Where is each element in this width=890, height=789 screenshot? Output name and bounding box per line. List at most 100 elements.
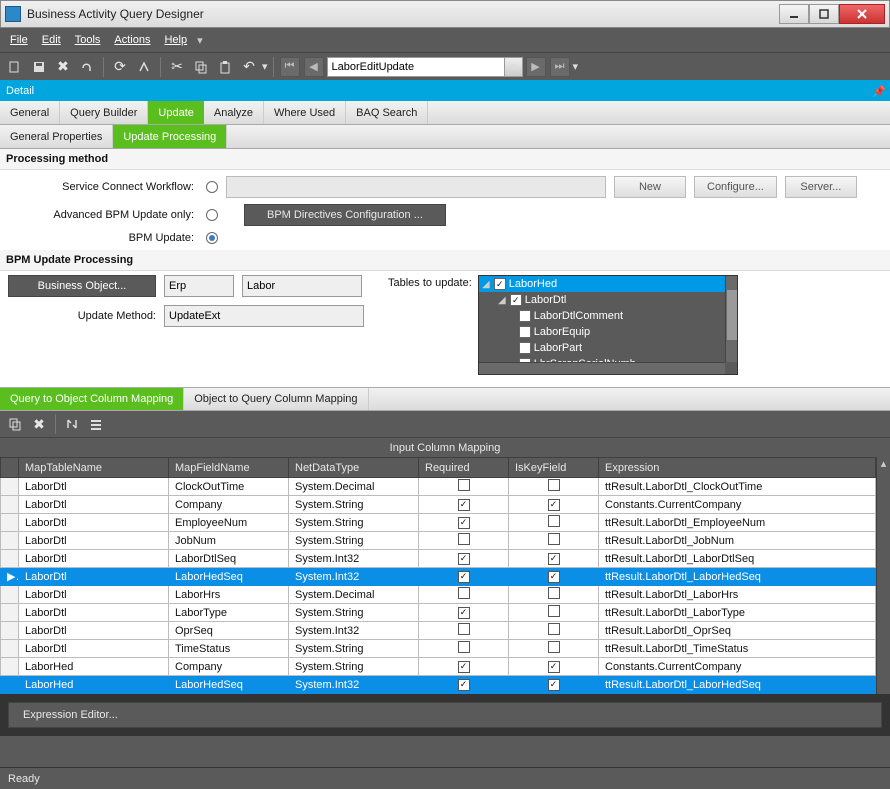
cell-mapfield[interactable]: EmployeeNum — [169, 514, 289, 532]
cell-mapfield[interactable]: TimeStatus — [169, 640, 289, 658]
cell-maptable[interactable]: LaborDtl — [19, 478, 169, 496]
cell-netdt[interactable]: System.String — [289, 496, 419, 514]
tab-query-to-object[interactable]: Query to Object Column Mapping — [0, 388, 184, 410]
grid-options-icon[interactable] — [85, 413, 107, 435]
chevron-down-icon[interactable]: ▾ — [197, 34, 209, 46]
cell-mapfield[interactable]: LaborHedSeq — [169, 676, 289, 694]
query-combo-input[interactable] — [327, 57, 505, 77]
cell-maptable[interactable]: LaborDtl — [19, 496, 169, 514]
table-row[interactable]: LaborDtlLaborHrsSystem.DecimalttResult.L… — [1, 586, 876, 604]
cell-netdt[interactable]: System.String — [289, 532, 419, 550]
cell-maptable[interactable]: LaborDtl — [19, 514, 169, 532]
new-button[interactable]: New — [614, 176, 686, 198]
subtab-update-processing[interactable]: Update Processing — [113, 125, 227, 148]
cell-iskey[interactable] — [509, 478, 599, 496]
cell-maptable[interactable]: LaborDtl — [19, 532, 169, 550]
table-row[interactable]: LaborDtlOprSeqSystem.Int32ttResult.Labor… — [1, 622, 876, 640]
nav-next-icon[interactable]: ▶ — [526, 57, 546, 77]
cell-iskey[interactable] — [509, 514, 599, 532]
cell-required[interactable] — [419, 640, 509, 658]
cell-maptable[interactable]: LaborHed — [19, 658, 169, 676]
cell-iskey[interactable] — [509, 676, 599, 694]
menu-edit[interactable]: Edit — [36, 32, 67, 48]
cell-expression[interactable]: ttResult.LaborDtl_LaborHrs — [599, 586, 876, 604]
bpm-directives-config-button[interactable]: BPM Directives Configuration ... — [244, 204, 446, 226]
tree-hscrollbar[interactable] — [479, 362, 725, 374]
cell-maptable[interactable]: LaborDtl — [19, 640, 169, 658]
tree-vscrollbar[interactable] — [725, 276, 737, 362]
cell-mapfield[interactable]: ClockOutTime — [169, 478, 289, 496]
update-method-input[interactable] — [164, 305, 364, 327]
cell-mapfield[interactable]: LaborHrs — [169, 586, 289, 604]
cell-netdt[interactable]: System.String — [289, 640, 419, 658]
cell-mapfield[interactable]: LaborDtlSeq — [169, 550, 289, 568]
server-button[interactable]: Server... — [785, 176, 857, 198]
cell-maptable[interactable]: LaborDtl — [19, 586, 169, 604]
tree-node-laborpart[interactable]: LaborPart — [479, 340, 737, 356]
cell-maptable[interactable]: LaborDtl — [19, 550, 169, 568]
new-icon[interactable] — [4, 56, 26, 78]
tab-baq-search[interactable]: BAQ Search — [346, 101, 428, 124]
delete-icon[interactable]: ✖ — [52, 56, 74, 78]
table-row[interactable]: ▶LaborDtlLaborHedSeqSystem.Int32ttResult… — [1, 568, 876, 586]
chevron-down-icon[interactable]: ▾ — [262, 60, 268, 73]
cell-required[interactable] — [419, 514, 509, 532]
table-row[interactable]: LaborDtlJobNumSystem.StringttResult.Labo… — [1, 532, 876, 550]
cell-required[interactable] — [419, 586, 509, 604]
cell-expression[interactable]: ttResult.LaborDtl_LaborHedSeq — [599, 676, 876, 694]
cell-required[interactable] — [419, 568, 509, 586]
grid-vscrollbar[interactable]: ▴ — [876, 457, 890, 694]
cell-netdt[interactable]: System.String — [289, 658, 419, 676]
close-button[interactable] — [839, 4, 885, 24]
cell-netdt[interactable]: System.Int32 — [289, 676, 419, 694]
col-netdt[interactable]: NetDataType — [289, 458, 419, 478]
cell-expression[interactable]: Constants.CurrentCompany — [599, 658, 876, 676]
table-row[interactable]: LaborHedCompanySystem.String Constants.Cu… — [1, 658, 876, 676]
maximize-button[interactable] — [809, 4, 839, 24]
cell-iskey[interactable] — [509, 532, 599, 550]
cell-mapfield[interactable]: Company — [169, 496, 289, 514]
tab-general[interactable]: General — [0, 101, 60, 124]
cut-icon[interactable]: ✂ — [166, 56, 188, 78]
undo-icon[interactable]: ↶ — [238, 56, 260, 78]
tab-query-builder[interactable]: Query Builder — [60, 101, 148, 124]
col-mapfield[interactable]: MapFieldName — [169, 458, 289, 478]
bo-name-input[interactable] — [242, 275, 362, 297]
clear-icon[interactable] — [133, 56, 155, 78]
cell-expression[interactable]: ttResult.LaborDtl_LaborDtlSeq — [599, 550, 876, 568]
menu-tools[interactable]: Tools — [69, 32, 107, 48]
table-row[interactable]: LaborDtlClockOutTimeSystem.DecimalttResu… — [1, 478, 876, 496]
cell-iskey[interactable] — [509, 586, 599, 604]
cell-iskey[interactable] — [509, 604, 599, 622]
tables-tree[interactable]: ◢ LaborHed ◢ LaborDtl LaborDtlComment — [478, 275, 738, 375]
expand-icon[interactable]: ◢ — [481, 279, 491, 290]
cell-maptable[interactable]: LaborDtl — [19, 568, 169, 586]
cell-mapfield[interactable]: Company — [169, 658, 289, 676]
table-row[interactable]: LaborHedLaborHedSeqSystem.Int32ttResult.… — [1, 676, 876, 694]
attach-icon[interactable] — [76, 56, 98, 78]
chevron-down-icon[interactable]: ▾ — [573, 60, 579, 73]
cell-mapfield[interactable]: OprSeq — [169, 622, 289, 640]
business-object-button[interactable]: Business Object... — [8, 275, 156, 297]
cell-maptable[interactable]: LaborDtl — [19, 604, 169, 622]
cell-expression[interactable]: ttResult.LaborDtl_LaborType — [599, 604, 876, 622]
col-maptable[interactable]: MapTableName — [19, 458, 169, 478]
checkbox-icon[interactable] — [510, 294, 522, 306]
bpm-update-radio[interactable] — [206, 232, 218, 244]
subtab-general-properties[interactable]: General Properties — [0, 125, 113, 148]
configure-button[interactable]: Configure... — [694, 176, 777, 198]
table-row[interactable]: LaborDtlTimeStatusSystem.StringttResult.… — [1, 640, 876, 658]
col-required[interactable]: Required — [419, 458, 509, 478]
cell-iskey[interactable] — [509, 640, 599, 658]
bo-namespace-input[interactable] — [164, 275, 234, 297]
cell-required[interactable] — [419, 676, 509, 694]
cell-required[interactable] — [419, 550, 509, 568]
svc-workflow-radio[interactable] — [206, 181, 218, 193]
copy-icon[interactable] — [4, 413, 26, 435]
nav-last-icon[interactable]: ⏭ — [550, 57, 570, 77]
pin-icon[interactable]: 📌 — [872, 85, 884, 97]
cell-netdt[interactable]: System.String — [289, 514, 419, 532]
cell-iskey[interactable] — [509, 496, 599, 514]
tab-object-to-query[interactable]: Object to Query Column Mapping — [184, 388, 368, 410]
cell-expression[interactable]: ttResult.LaborDtl_ClockOutTime — [599, 478, 876, 496]
